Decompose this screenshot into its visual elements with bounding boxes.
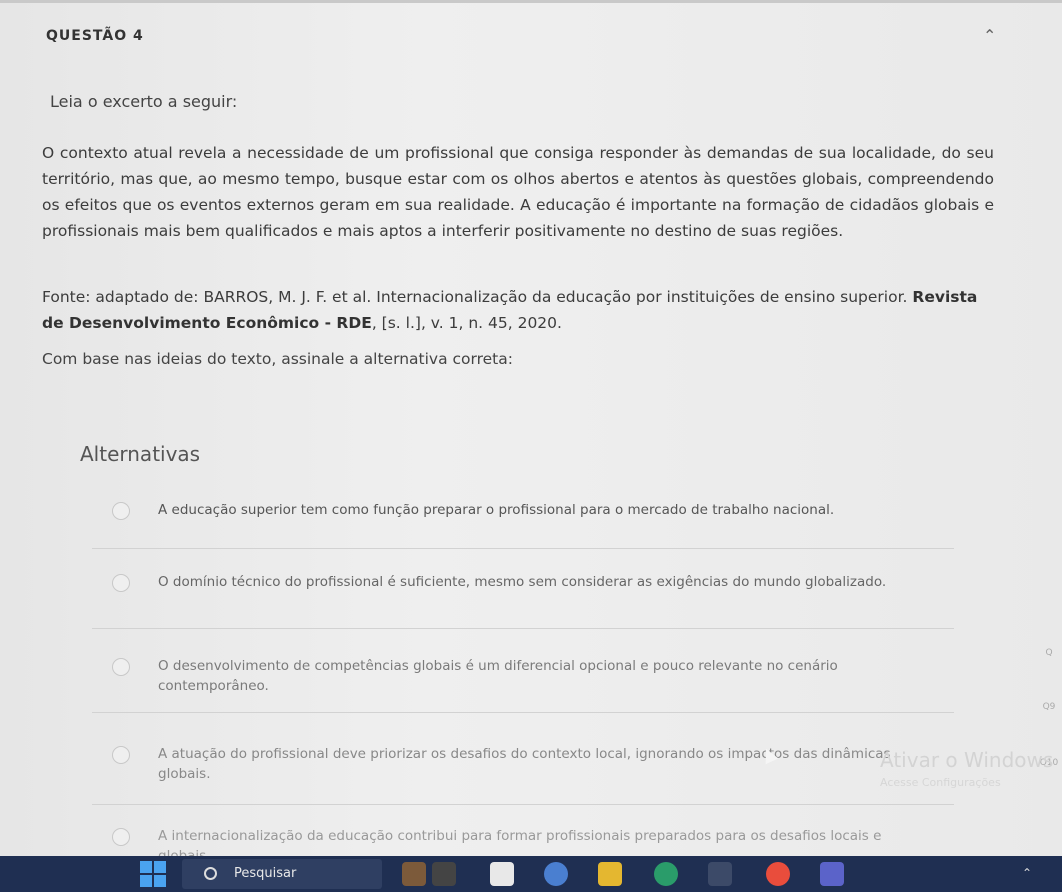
taskbar: Pesquisar ⌃ xyxy=(0,856,1062,892)
alternative-text: A educação superior tem como função prep… xyxy=(158,502,835,518)
side-nav-item[interactable]: Q xyxy=(1036,648,1062,658)
radio-button[interactable] xyxy=(112,658,130,676)
widget-icon[interactable] xyxy=(402,862,426,886)
question-title: QUESTÃO 4 xyxy=(46,28,144,44)
alternative-option-c[interactable]: O desenvolvimento de competências globai… xyxy=(92,656,954,713)
question-excerpt: O contexto atual revela a necessidade de… xyxy=(42,144,994,240)
side-nav-item[interactable]: Q9 xyxy=(1036,702,1062,712)
chat-icon[interactable] xyxy=(544,862,568,886)
taskbar-search-label: Pesquisar xyxy=(234,866,297,881)
radio-button[interactable] xyxy=(112,502,130,520)
alternative-text: A atuação do profissional deve priorizar… xyxy=(158,746,891,782)
alternative-text: O domínio técnico do profissional é sufi… xyxy=(158,574,887,590)
file-explorer-icon[interactable] xyxy=(598,862,622,886)
alternative-text: O desenvolvimento de competências globai… xyxy=(158,658,838,694)
radio-button[interactable] xyxy=(112,574,130,592)
question-prompt: Com base nas ideias do texto, assinale a… xyxy=(42,350,513,368)
top-divider xyxy=(0,0,1062,3)
question-page: QUESTÃO 4 ⌃ Leia o excerto a seguir: O c… xyxy=(0,0,1062,856)
alternative-option-b[interactable]: O domínio técnico do profissional é sufi… xyxy=(92,572,954,629)
question-lead: Leia o excerto a seguir: xyxy=(50,92,238,111)
question-source: Fonte: adaptado de: BARROS, M. J. F. et … xyxy=(42,284,994,336)
alternative-option-a[interactable]: A educação superior tem como função prep… xyxy=(92,500,954,549)
alternative-option-e[interactable]: A internacionalização da educação contri… xyxy=(92,826,954,856)
taskbar-search[interactable]: Pesquisar xyxy=(182,859,382,889)
calculator-icon[interactable] xyxy=(708,862,732,886)
chrome-browser-icon[interactable] xyxy=(766,862,790,886)
widget-icon[interactable] xyxy=(432,862,456,886)
activation-watermark-title: Ativar o Windows xyxy=(880,748,1054,772)
tray-chevron-up-icon[interactable]: ⌃ xyxy=(1022,866,1032,880)
source-suffix: , [s. l.], v. 1, n. 45, 2020. xyxy=(371,314,562,332)
activation-watermark-subtitle: Acesse Configurações xyxy=(880,776,1001,789)
task-view-icon[interactable] xyxy=(490,862,514,886)
edge-browser-icon[interactable] xyxy=(654,862,678,886)
alternative-text: A internacionalização da educação contri… xyxy=(158,828,882,856)
teams-icon[interactable] xyxy=(820,862,844,886)
radio-button[interactable] xyxy=(112,746,130,764)
chevron-up-icon[interactable]: ⌃ xyxy=(983,26,996,45)
alternative-option-d[interactable]: A atuação do profissional deve priorizar… xyxy=(92,744,954,805)
radio-button[interactable] xyxy=(112,828,130,846)
windows-start-icon[interactable] xyxy=(140,861,166,887)
alternatives-title: Alternativas xyxy=(80,442,201,466)
search-icon xyxy=(204,867,217,880)
source-prefix: Fonte: adaptado de: BARROS, M. J. F. et … xyxy=(42,288,913,306)
